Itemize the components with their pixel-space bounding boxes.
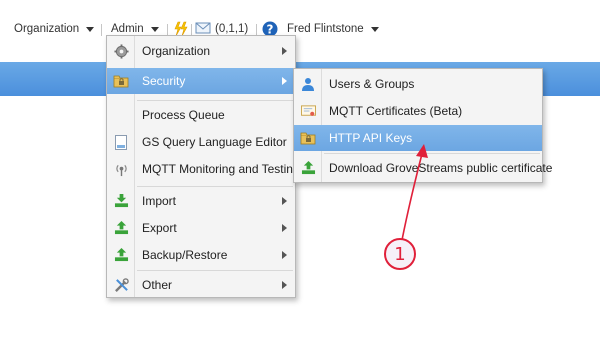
chevron-down-icon [150, 26, 159, 32]
chevron-right-icon [282, 281, 287, 289]
menu-item-http-api-keys[interactable]: HTTP API Keys [294, 125, 542, 151]
step-number-badge: 1 [384, 238, 416, 270]
divider [101, 24, 102, 36]
menu-item-import[interactable]: Import [107, 188, 295, 214]
admin-dropdown-menu: Organization Security Process Queue GS Q… [106, 35, 300, 298]
menu-item-process-queue[interactable]: Process Queue [107, 102, 295, 128]
notification-counts-text: (0,1,1) [215, 23, 249, 35]
menu-item-mqtt-certificates[interactable]: MQTT Certificates (Beta) [294, 98, 542, 124]
menu-item-download-certificate[interactable]: Download GroveStreams public certificate [294, 155, 552, 181]
menu-item-label: GS Query Language Editor [142, 135, 287, 149]
menu-item-mqtt-monitoring[interactable]: MQTT Monitoring and Testing [107, 156, 300, 182]
document-icon [113, 134, 129, 150]
menu-item-label: MQTT Monitoring and Testing [142, 162, 300, 176]
menu-item-label: Security [142, 74, 186, 88]
menu-item-label: Other [142, 278, 173, 292]
security-submenu: Users & Groups MQTT Certificates (Beta) … [293, 68, 552, 183]
menu-item-backup-restore[interactable]: Backup/Restore [107, 242, 295, 268]
admin-menu[interactable]: Admin [111, 23, 159, 35]
organization-menu-label: Organization [14, 23, 80, 35]
gear-icon [113, 43, 129, 59]
admin-menu-label: Admin [111, 23, 144, 35]
menu-separator [137, 270, 293, 271]
menu-item-export[interactable]: Export [107, 215, 295, 241]
menu-item-label: Export [142, 221, 177, 235]
menu-item-label: Users & Groups [329, 77, 415, 91]
menu-item-label: HTTP API Keys [329, 131, 413, 145]
export-icon [113, 220, 129, 236]
chevron-right-icon [282, 224, 287, 232]
menu-separator [137, 186, 293, 187]
messages-indicator[interactable] [195, 21, 211, 35]
menu-item-label: Backup/Restore [142, 248, 228, 262]
user-menu-label: Fred Flintstone [287, 23, 364, 35]
top-navigation-bar: Organization Admin (0,1,1) ? Fred Flints… [0, 0, 600, 58]
download-icon [300, 160, 316, 176]
chevron-down-icon [370, 26, 379, 32]
broadcast-icon [113, 161, 129, 177]
menu-separator [324, 153, 540, 154]
menu-item-label: Import [142, 194, 177, 208]
user-menu[interactable]: Fred Flintstone [287, 23, 379, 35]
notification-counts[interactable]: (0,1,1) [215, 23, 248, 35]
certificate-icon [300, 103, 316, 119]
key-folder-icon [300, 130, 316, 146]
chevron-right-icon [282, 77, 287, 85]
menu-item-label: MQTT Certificates (Beta) [329, 104, 463, 118]
envelope-icon [195, 22, 211, 34]
import-icon [113, 193, 129, 209]
chevron-right-icon [282, 197, 287, 205]
chevron-down-icon [86, 26, 95, 32]
menu-item-users-groups[interactable]: Users & Groups [294, 71, 542, 97]
menu-item-other[interactable]: Other [107, 272, 295, 298]
menu-item-label: Download GroveStreams public certificate [329, 161, 553, 175]
chevron-right-icon [282, 47, 287, 55]
lock-folder-icon [113, 73, 129, 89]
menu-item-security[interactable]: Security [107, 68, 295, 94]
menu-item-organization[interactable]: Organization [107, 38, 295, 64]
step-number-text: 1 [394, 243, 406, 265]
users-icon [300, 76, 316, 92]
backup-icon [113, 247, 129, 263]
tools-icon [113, 277, 129, 293]
organization-menu[interactable]: Organization [14, 23, 95, 35]
chevron-right-icon [282, 251, 287, 259]
menu-item-label: Organization [142, 44, 211, 58]
menu-item-gs-query-language-editor[interactable]: GS Query Language Editor [107, 129, 295, 155]
menu-separator [137, 100, 293, 101]
menu-item-label: Process Queue [142, 108, 225, 122]
